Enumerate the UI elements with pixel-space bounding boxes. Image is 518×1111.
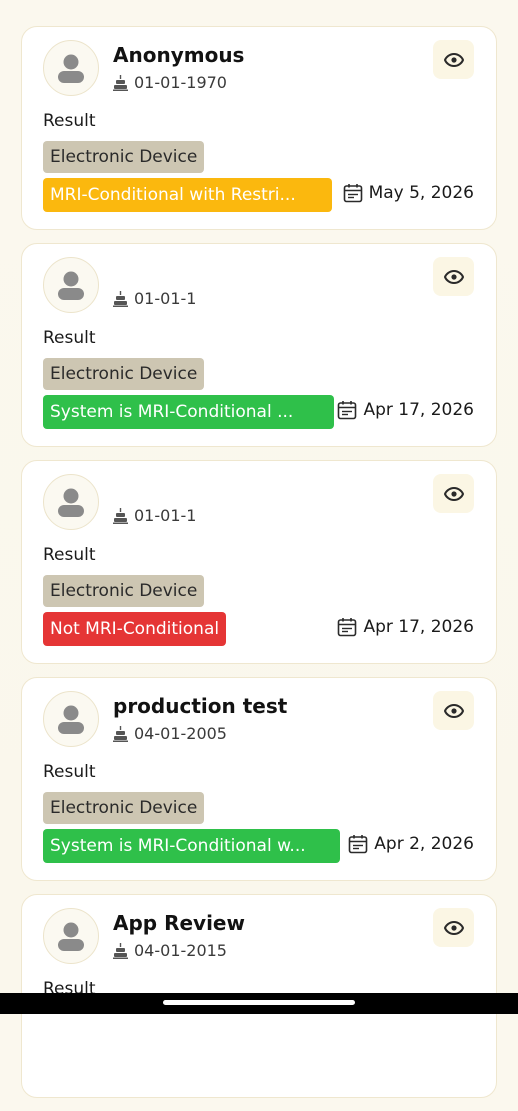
result-label: Result bbox=[43, 328, 96, 348]
device-chip: Electronic Device bbox=[43, 575, 205, 607]
view-button[interactable] bbox=[433, 40, 474, 79]
date-of-birth: 01-01-1970 bbox=[113, 73, 227, 92]
dob-text: 04-01-2015 bbox=[134, 941, 227, 960]
dob-text: 01-01-1 bbox=[134, 506, 197, 525]
dob-text: 01-01-1970 bbox=[134, 73, 227, 92]
eye-icon bbox=[443, 52, 464, 67]
patient-name: App Review bbox=[113, 911, 245, 935]
result-label: Result bbox=[43, 762, 96, 782]
eye-icon bbox=[443, 269, 464, 284]
patient-name: production test bbox=[113, 694, 288, 718]
eye-icon bbox=[443, 703, 464, 718]
status-chip: System is MRI-Conditional w... bbox=[43, 829, 340, 863]
device-chip: Electronic Device bbox=[43, 792, 205, 824]
date-text: Apr 17, 2026 bbox=[363, 617, 474, 637]
person-icon bbox=[43, 40, 99, 96]
result-date: May 5, 2026 bbox=[343, 183, 474, 203]
device-chip: Electronic Device bbox=[43, 358, 205, 390]
cake-icon bbox=[113, 507, 128, 524]
cake-icon bbox=[113, 942, 128, 959]
eye-icon bbox=[443, 486, 464, 501]
result-label: Result bbox=[43, 545, 96, 565]
date-text: May 5, 2026 bbox=[368, 183, 474, 203]
result-date: Apr 17, 2026 bbox=[337, 400, 474, 420]
calendar-icon bbox=[338, 618, 357, 637]
status-chip: MRI-Conditional with Restri... bbox=[43, 178, 332, 212]
record-card[interactable]: Anonymous 01-01-1970 Result Electronic D… bbox=[21, 26, 497, 230]
calendar-icon bbox=[338, 401, 357, 420]
person-icon bbox=[43, 908, 99, 964]
calendar-icon bbox=[343, 184, 362, 203]
record-card[interactable]: 01-01-1 Result Electronic Device System … bbox=[21, 243, 497, 447]
cake-icon bbox=[113, 290, 128, 307]
person-icon bbox=[43, 474, 99, 530]
patient-name: Anonymous bbox=[113, 43, 245, 67]
cake-icon bbox=[113, 74, 128, 91]
view-button[interactable] bbox=[433, 257, 474, 296]
record-card[interactable]: production test 04-01-2005 Result Electr… bbox=[21, 677, 497, 881]
date-of-birth: 04-01-2015 bbox=[113, 941, 227, 960]
date-of-birth: 04-01-2005 bbox=[113, 724, 227, 743]
eye-icon bbox=[443, 920, 464, 935]
result-date: Apr 2, 2026 bbox=[348, 834, 474, 854]
result-date: Apr 17, 2026 bbox=[337, 617, 474, 637]
status-chip: Not MRI-Conditional bbox=[43, 612, 227, 646]
dob-text: 01-01-1 bbox=[134, 289, 197, 308]
navigation-bar bbox=[0, 993, 518, 1014]
date-text: Apr 2, 2026 bbox=[374, 834, 474, 854]
records-list: Anonymous 01-01-1970 Result Electronic D… bbox=[21, 26, 497, 1111]
date-of-birth: 01-01-1 bbox=[113, 289, 196, 308]
view-button[interactable] bbox=[433, 908, 474, 947]
result-label: Result bbox=[43, 111, 96, 131]
calendar-icon bbox=[348, 835, 368, 854]
date-of-birth: 01-01-1 bbox=[113, 506, 196, 525]
home-indicator[interactable] bbox=[163, 1000, 355, 1005]
status-chip: System is MRI-Conditional ... bbox=[43, 395, 334, 429]
view-button[interactable] bbox=[433, 691, 474, 730]
person-icon bbox=[43, 691, 99, 747]
date-text: Apr 17, 2026 bbox=[363, 400, 474, 420]
dob-text: 04-01-2005 bbox=[134, 724, 227, 743]
view-button[interactable] bbox=[433, 474, 474, 513]
device-chip: Electronic Device bbox=[43, 141, 205, 173]
cake-icon bbox=[113, 725, 128, 742]
person-icon bbox=[43, 257, 99, 313]
record-card[interactable]: 01-01-1 Result Electronic Device Not MRI… bbox=[21, 460, 497, 664]
